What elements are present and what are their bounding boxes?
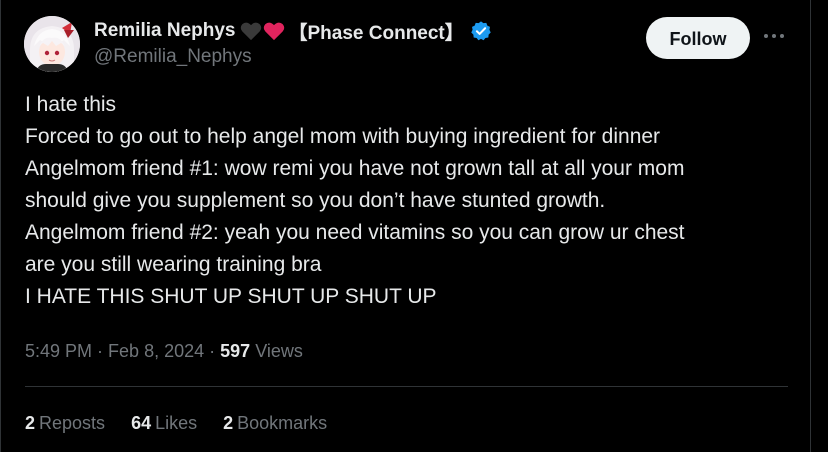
reposts-label: Reposts: [39, 413, 106, 433]
anime-avatar-icon: [24, 16, 80, 72]
views-count: 597: [220, 341, 251, 361]
meta-separator: ·: [204, 341, 221, 361]
likes-label: Likes: [155, 413, 198, 433]
reposts-stat[interactable]: 2 Reposts: [25, 410, 105, 436]
tweet-text: I hate this Forced to go out to help ang…: [25, 89, 795, 313]
name-row: Remilia Nephys 【Phase Connect】: [94, 17, 492, 45]
tweet-meta: 5:49 PM · Feb 8, 2024 · 597 Views: [25, 338, 303, 364]
engagement-stats: 2 Reposts 64 Likes 2 Bookmarks: [25, 410, 327, 436]
meta-separator: ·: [92, 341, 109, 361]
tweet-header: Remilia Nephys 【Phase Connect】 @Remilia_…: [24, 14, 794, 74]
black-heart-icon: [240, 21, 262, 41]
red-heart-icon: [263, 21, 285, 41]
author-block: Remilia Nephys 【Phase Connect】 @Remilia_…: [94, 17, 492, 68]
affiliation-label: 【Phase Connect】: [288, 22, 464, 44]
likes-count: 64: [131, 413, 152, 433]
tweet-line: I hate this: [25, 93, 117, 116]
verified-badge-icon[interactable]: [470, 20, 492, 42]
avatar[interactable]: [24, 16, 80, 72]
bookmarks-count: 2: [223, 413, 234, 433]
likes-stat[interactable]: 64 Likes: [131, 410, 197, 436]
more-horizontal-icon[interactable]: [762, 24, 786, 48]
tweet-line: I HATE THIS SHUT UP SHUT UP SHUT UP: [25, 285, 437, 308]
tweet-line: Angelmom friend #2: yeah you need vitami…: [25, 221, 685, 244]
tweet-line: should give you supplement so you don’t …: [25, 189, 606, 212]
views-label: Views: [255, 341, 303, 361]
tweet-line: Angelmom friend #1: wow remi you have no…: [25, 157, 685, 180]
left-border: [0, 0, 1, 452]
author-handle[interactable]: @Remilia_Nephys: [94, 46, 492, 68]
bookmarks-label: Bookmarks: [237, 413, 328, 433]
tweet-line: are you still wearing training bra: [25, 253, 322, 276]
tweet-date[interactable]: Feb 8, 2024: [108, 341, 204, 361]
display-name[interactable]: Remilia Nephys: [94, 20, 236, 42]
bookmarks-stat[interactable]: 2 Bookmarks: [223, 410, 327, 436]
tweet-time[interactable]: 5:49 PM: [25, 341, 92, 361]
follow-button[interactable]: Follow: [646, 17, 750, 59]
right-border: [810, 0, 811, 452]
reposts-count: 2: [25, 413, 36, 433]
divider: [25, 386, 788, 387]
tweet-line: Forced to go out to help angel mom with …: [25, 125, 661, 148]
